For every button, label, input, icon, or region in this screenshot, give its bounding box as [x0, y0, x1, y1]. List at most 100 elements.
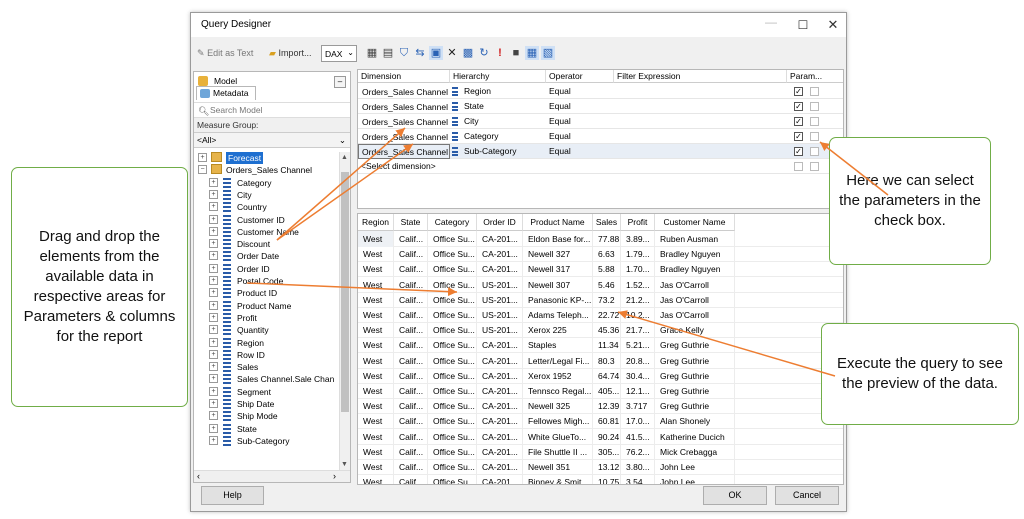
results-column-header[interactable]: Sales	[593, 214, 621, 231]
expand-icon[interactable]: +	[209, 239, 218, 249]
tree-item[interactable]: + Category	[194, 177, 340, 189]
parameter-checkbox[interactable]	[810, 162, 819, 171]
parameter-checkbox[interactable]: ✓	[794, 102, 803, 111]
expand-icon[interactable]: +	[209, 263, 218, 273]
filter-row[interactable]: Orders_Sales Channel Sub-Category Equal ✓	[358, 144, 843, 159]
filter-operator-cell[interactable]: Equal	[546, 99, 614, 114]
expand-icon[interactable]: +	[209, 251, 218, 261]
filter-hierarchy-cell[interactable]: City	[450, 114, 546, 129]
tree-item[interactable]: + Forecast	[194, 152, 340, 164]
multi-value-checkbox[interactable]	[810, 147, 819, 156]
expand-icon[interactable]: +	[209, 177, 218, 187]
tree-item[interactable]: + Ship Mode	[194, 410, 340, 422]
filter-expression-cell[interactable]	[614, 129, 787, 144]
scroll-up-icon[interactable]: ▲	[341, 154, 348, 161]
tree-item[interactable]: + Order Date	[194, 250, 340, 262]
refresh-icon[interactable]: ↻	[477, 46, 491, 60]
tree-item[interactable]: + Order ID	[194, 263, 340, 275]
collapse-panel-button[interactable]: –	[334, 76, 346, 88]
tree-item[interactable]: + Sales	[194, 361, 340, 373]
ok-button[interactable]: OK	[703, 486, 767, 505]
expand-icon[interactable]: +	[209, 411, 218, 421]
filter-expression-cell[interactable]	[614, 99, 787, 114]
expand-icon[interactable]: +	[209, 312, 218, 322]
expand-icon[interactable]: +	[209, 337, 218, 347]
results-column-header[interactable]: Order ID	[477, 214, 523, 231]
expand-icon[interactable]: +	[209, 325, 218, 335]
search-input[interactable]: 🔍︎ Search Model	[194, 102, 350, 118]
minimize-icon[interactable]: —	[756, 13, 786, 31]
filter-header-hierarchy[interactable]: Hierarchy	[450, 70, 546, 83]
tree-item[interactable]: + Region	[194, 337, 340, 349]
filter-dimension-cell[interactable]: Orders_Sales Channel	[358, 144, 450, 159]
filter-hierarchy-cell[interactable]: State	[450, 99, 546, 114]
tree-vertical-scrollbar[interactable]: ▲ ▼	[339, 152, 350, 470]
results-column-header[interactable]: Profit	[621, 214, 655, 231]
scroll-down-icon[interactable]: ▼	[341, 461, 348, 468]
filter-operator-cell[interactable]: Equal	[546, 129, 614, 144]
tree-item[interactable]: − Orders_Sales Channel	[194, 164, 340, 176]
execute-query-icon[interactable]: !	[493, 46, 507, 60]
tab-metadata[interactable]: Metadata	[196, 86, 256, 100]
expand-icon[interactable]: +	[209, 226, 218, 236]
expand-icon[interactable]: +	[209, 276, 218, 285]
tree-item[interactable]: + Quantity	[194, 324, 340, 336]
expand-icon[interactable]: +	[209, 374, 218, 384]
filter-hierarchy-cell[interactable]: Region	[450, 84, 546, 99]
parameter-checkbox[interactable]: ✓	[794, 117, 803, 126]
filter-dimension-cell[interactable]: Orders_Sales Channel	[358, 129, 450, 144]
scroll-left-icon[interactable]: ‹	[197, 471, 200, 481]
filter-operator-cell[interactable]: Equal	[546, 84, 614, 99]
hierarchy-icon[interactable]: ⇆	[413, 46, 427, 60]
filter-operator-cell[interactable]: Equal	[546, 114, 614, 129]
filter-row[interactable]: Orders_Sales Channel City Equal ✓	[358, 114, 843, 129]
expand-icon[interactable]: +	[209, 349, 218, 359]
close-icon[interactable]: ✕	[818, 16, 848, 34]
cancel-button[interactable]: Cancel	[775, 486, 839, 505]
add-calculated-member-icon[interactable]: ▣	[429, 46, 443, 60]
help-button[interactable]: Help	[201, 486, 264, 505]
tree-item[interactable]: + Profit	[194, 312, 340, 324]
tree-item[interactable]: + Customer ID	[194, 214, 340, 226]
tree-item[interactable]: + Sales Channel.Sale Chan	[194, 373, 340, 385]
expand-icon[interactable]: +	[209, 399, 218, 408]
tree-horizontal-scrollbar[interactable]: ‹ ›	[194, 470, 350, 482]
import-button[interactable]: ▰ Import...	[269, 48, 311, 59]
filter-row[interactable]: Orders_Sales Channel Category Equal ✓	[358, 129, 843, 144]
auto-execute-icon[interactable]: ▦	[525, 46, 539, 60]
tree-item[interactable]: + Customer Name	[194, 226, 340, 238]
filter-row[interactable]: Orders_Sales Channel State Equal ✓	[358, 99, 843, 114]
tree-item[interactable]: + Product ID	[194, 287, 340, 299]
cancel-query-icon[interactable]: ■	[509, 46, 523, 60]
tree-item[interactable]: + State	[194, 423, 340, 435]
expand-icon[interactable]: +	[209, 362, 218, 372]
filter-icon[interactable]: ⛉	[397, 46, 411, 60]
show-empty-cells-icon[interactable]: ▩	[461, 46, 475, 60]
tree-item[interactable]: + Segment	[194, 386, 340, 398]
tree-item[interactable]: + Sub-Category	[194, 435, 340, 447]
scrollbar-thumb[interactable]	[341, 172, 349, 412]
results-column-header[interactable]: Customer Name	[655, 214, 735, 231]
filter-operator-cell[interactable]: Equal	[546, 144, 614, 159]
collapse-icon[interactable]: −	[198, 165, 207, 175]
measure-group-select[interactable]: <All> ⌄	[194, 132, 350, 148]
tree-item[interactable]: + Product Name	[194, 300, 340, 312]
filter-dimension-cell[interactable]: Orders_Sales Channel	[358, 84, 450, 99]
tree-item[interactable]: + Ship Date	[194, 398, 340, 410]
edit-as-text-button[interactable]: ✎ Edit as Text	[197, 48, 253, 59]
results-column-header[interactable]: Category	[428, 214, 477, 231]
filter-header-expression[interactable]: Filter Expression	[614, 70, 787, 83]
multi-value-checkbox[interactable]	[810, 132, 819, 141]
multi-value-checkbox[interactable]	[810, 87, 819, 96]
maximize-icon[interactable]: ☐	[788, 16, 818, 34]
results-column-header[interactable]: State	[394, 214, 428, 231]
new-filter-row[interactable]: <Select dimension>	[358, 159, 843, 174]
tree-item[interactable]: + Row ID	[194, 349, 340, 361]
show-aggregates-icon[interactable]: ▧	[541, 46, 555, 60]
grid-icon[interactable]: ▤	[381, 46, 395, 60]
results-column-header[interactable]: Region	[358, 214, 394, 231]
expand-icon[interactable]: +	[209, 300, 218, 310]
expand-icon[interactable]: +	[209, 202, 218, 212]
parameter-checkbox[interactable]: ✓	[794, 87, 803, 96]
filter-header-param[interactable]: Param...	[787, 70, 843, 83]
